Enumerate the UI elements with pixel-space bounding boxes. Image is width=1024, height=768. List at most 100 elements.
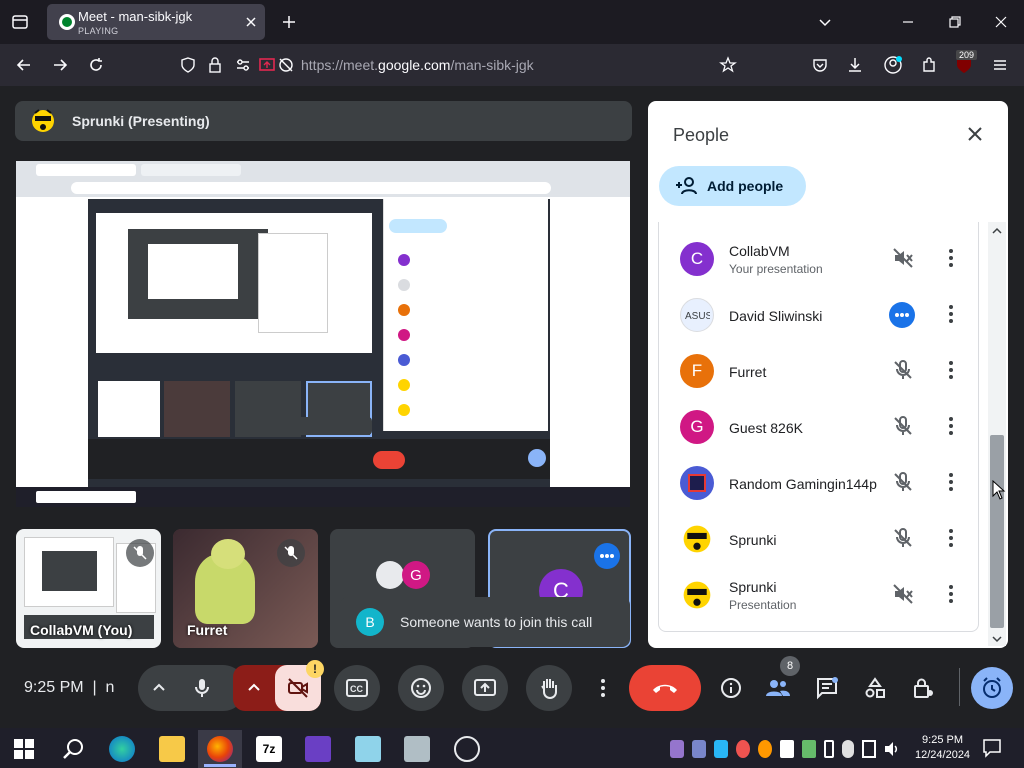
sprunki-avatar [680,522,714,556]
list-item[interactable]: Sprunki Presentation [669,572,999,628]
pocket-icon[interactable] [808,53,832,77]
list-item[interactable]: Sprunki [669,516,999,572]
back-icon[interactable] [12,53,36,77]
windows-start-icon[interactable] [14,739,34,759]
participant-subtitle: Presentation [729,598,797,612]
sound-off-icon[interactable] [891,246,915,270]
winamp-icon[interactable] [305,736,331,762]
taskbar-clock[interactable]: 9:25 PM 12/24/2024 [915,733,970,763]
meeting-details-icon[interactable] [719,676,743,700]
host-controls-icon[interactable] [911,676,935,700]
tile-label: Furret [187,622,228,638]
participant-name: CollabVM [729,243,790,259]
security-tray-icon[interactable] [780,740,794,758]
app-tray-icon[interactable] [758,740,772,758]
battery-icon[interactable] [824,740,834,758]
menu-icon[interactable] [988,53,1012,77]
notifications-icon[interactable] [982,738,1002,758]
search-icon[interactable] [61,737,85,761]
lock-icon[interactable] [203,53,227,77]
close-icon[interactable] [963,122,987,146]
minimize-icon[interactable] [896,10,920,34]
remote-desktop-icon[interactable] [404,736,430,762]
more-vert-icon[interactable] [939,526,963,550]
chat-icon[interactable] [815,676,839,700]
more-options-icon[interactable] [594,543,620,569]
restore-icon[interactable] [943,10,967,34]
hang-up-icon [651,681,679,695]
mic-off-icon[interactable] [891,470,915,494]
sound-off-icon[interactable] [891,582,915,606]
account-icon[interactable] [881,53,905,77]
system-monitor-icon[interactable] [454,736,480,762]
autoplay-blocked-icon[interactable] [274,53,298,77]
present-screen-icon [474,678,496,698]
notepad-icon[interactable] [355,736,381,762]
network-icon[interactable] [862,740,876,758]
participant-tile-furret[interactable]: Furret [173,529,318,648]
app-tray-icon[interactable] [736,740,750,758]
browser-tab-meet[interactable]: Meet - man-sibk-jgk PLAYING [47,4,265,40]
permissions-icon[interactable] [231,53,255,77]
more-vert-icon[interactable] [939,302,963,326]
present-button[interactable] [462,665,508,711]
mic-off-icon[interactable] [891,414,915,438]
tab-list-icon[interactable] [8,10,32,34]
participant-tile-collabvm[interactable]: CollabVM (You) [16,529,161,648]
list-item[interactable]: ASUS David Sliwinski [669,292,999,348]
system-tray [670,740,900,758]
list-item[interactable]: G Guest 826K [669,404,999,460]
captions-icon: CC [346,679,368,697]
mic-off-icon[interactable] [891,526,915,550]
tab-title: Meet - man-sibk-jgk [78,9,193,24]
more-vert-icon[interactable] [939,358,963,382]
file-explorer-icon[interactable] [159,736,185,762]
timer-button[interactable] [971,667,1013,709]
new-tab-icon[interactable] [277,10,301,34]
chevron-down-icon[interactable] [813,10,837,34]
bookmark-star-icon[interactable] [716,53,740,77]
scrollbar-thumb[interactable] [990,435,1004,628]
7zip-icon[interactable]: 7z [256,736,282,762]
emoji-icon [410,677,432,699]
list-item[interactable]: F Furret [669,348,999,404]
close-window-icon[interactable] [989,10,1013,34]
mic-tray-icon[interactable] [670,740,684,758]
app-tray-icon[interactable] [714,740,728,758]
more-vert-icon[interactable] [939,246,963,270]
chevron-up-icon[interactable] [150,679,168,697]
add-people-button[interactable]: Add people [659,166,806,206]
presenter-name: Sprunki (Presenting) [72,113,210,129]
raise-hand-button[interactable] [526,665,572,711]
more-options-icon[interactable] [592,676,614,700]
close-tab-icon[interactable] [239,10,263,34]
reload-icon[interactable] [84,53,108,77]
captions-button[interactable]: CC [334,665,380,711]
activities-icon[interactable] [863,676,887,700]
microphone-tray-icon[interactable] [842,740,854,758]
edge-icon[interactable] [109,736,135,762]
join-request-toast[interactable]: B Someone wants to join this call [340,597,630,647]
volume-icon[interactable] [884,740,900,758]
extensions-icon[interactable] [917,53,941,77]
list-item[interactable]: C CollabVM Your presentation [669,236,999,292]
downloads-icon[interactable] [843,53,867,77]
people-icon[interactable] [765,676,791,700]
microphone-icon[interactable] [190,676,214,700]
app-tray-icon[interactable] [692,740,706,758]
list-item[interactable]: Random Gamingin144p [669,460,999,516]
more-vert-icon[interactable] [939,414,963,438]
forward-icon[interactable] [48,53,72,77]
toast-text: Someone wants to join this call [400,614,593,630]
firefox-icon[interactable] [207,736,233,762]
app-tray-icon[interactable] [802,740,816,758]
end-call-button[interactable] [629,665,701,711]
avatar: ASUS [680,298,714,332]
add-person-icon [675,175,699,197]
more-vert-icon[interactable] [939,470,963,494]
more-vert-icon[interactable] [939,582,963,606]
mic-off-icon[interactable] [891,358,915,382]
shield-icon[interactable] [176,53,200,77]
chevron-up-icon[interactable] [245,679,263,697]
reactions-button[interactable] [398,665,444,711]
